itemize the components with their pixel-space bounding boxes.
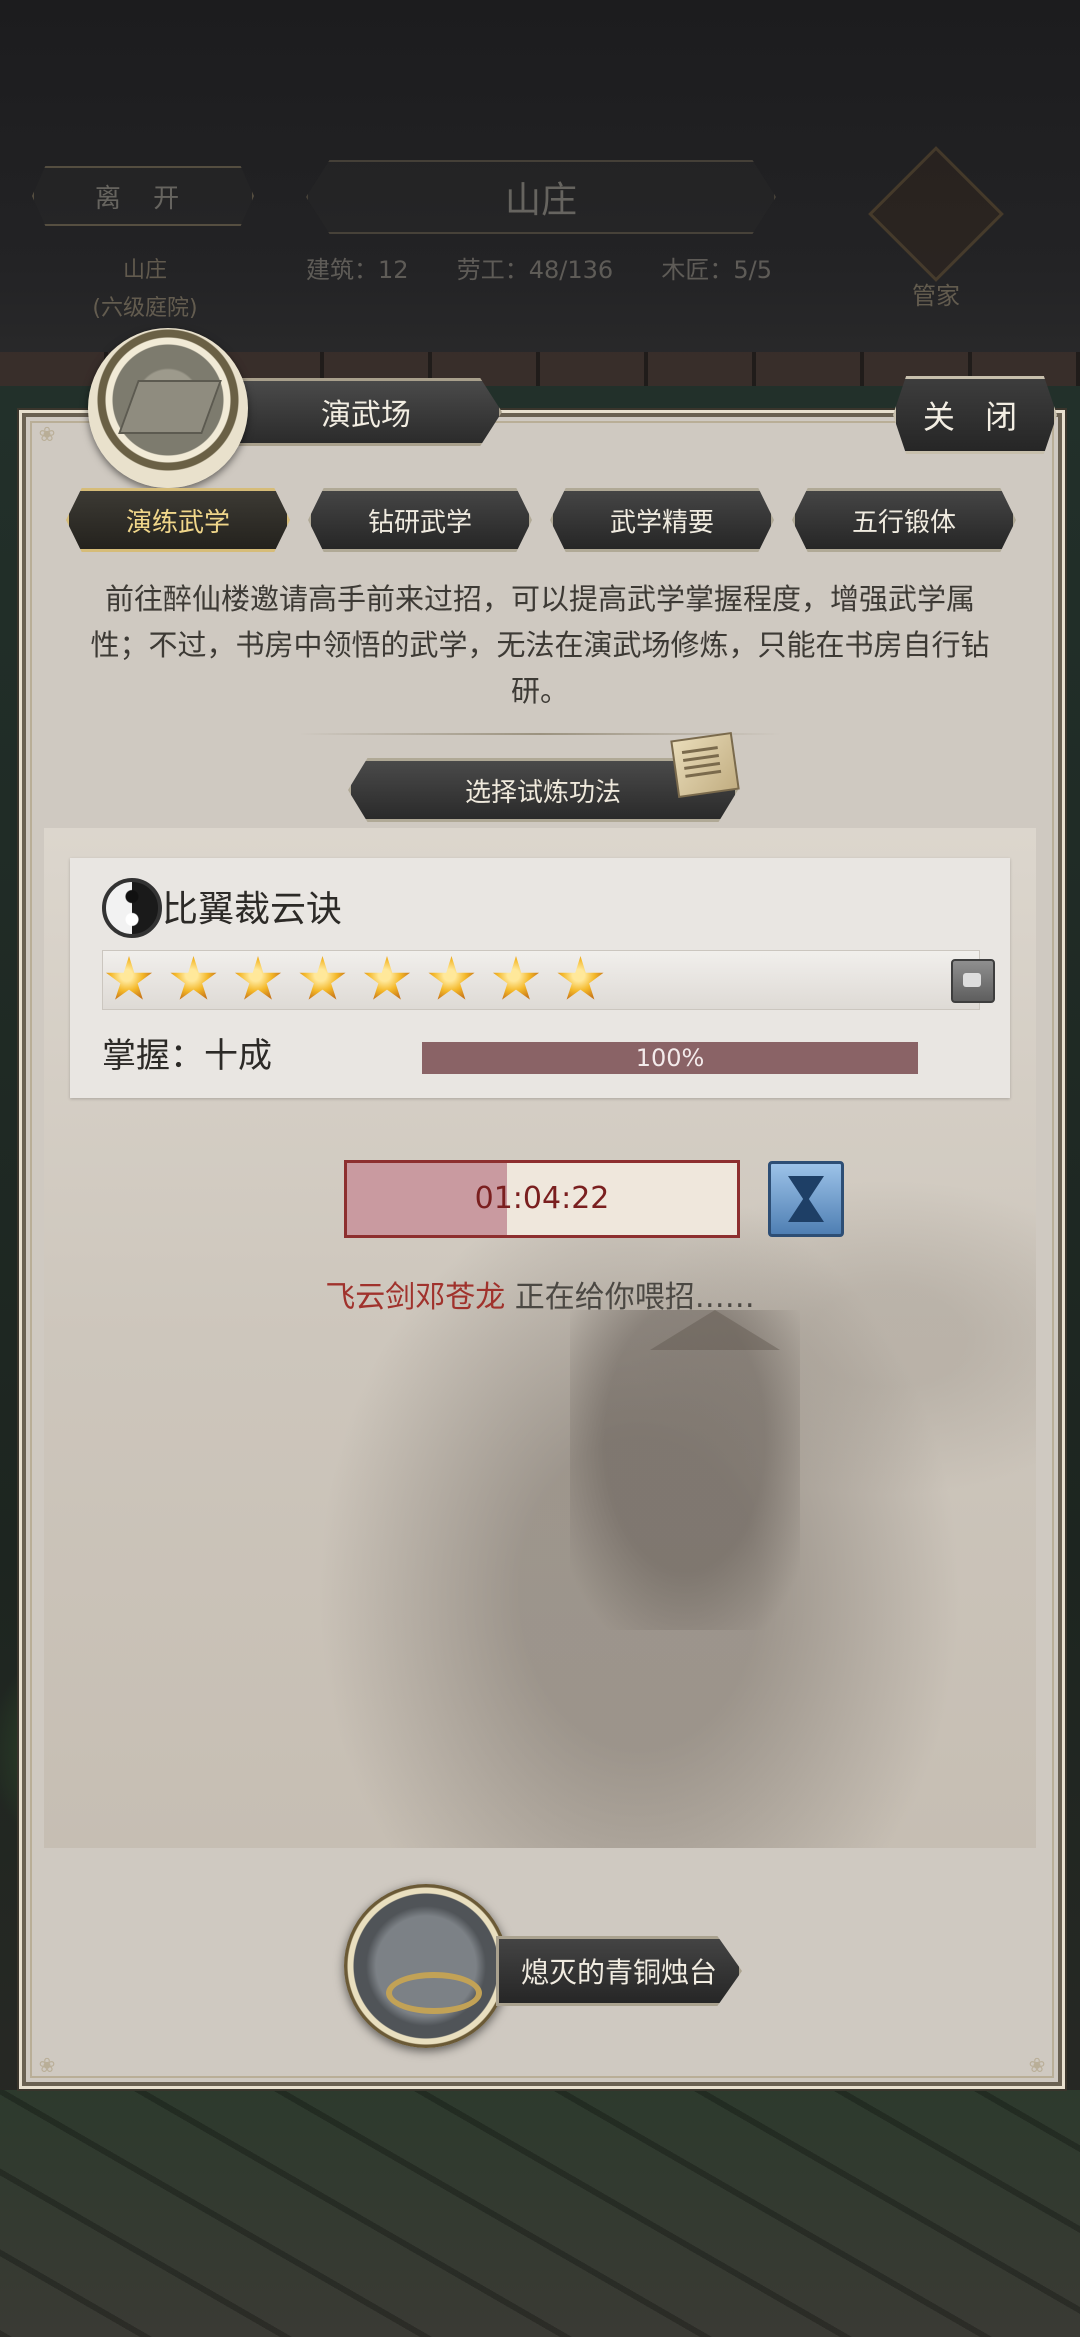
- star-icon: [299, 956, 346, 1000]
- sparring-message: 正在给你喂招……: [505, 1280, 755, 1315]
- corner-ornament-icon: ❀: [38, 2053, 56, 2077]
- panel-title: 演武场: [230, 378, 502, 446]
- training-ground-emblem-icon: [88, 328, 248, 488]
- taiji-icon: [102, 878, 162, 938]
- estate-stats: 建筑：12 劳工：48/136 木匠：5/5: [306, 250, 772, 285]
- estate-info: 山庄 (六级庭院): [40, 252, 250, 328]
- sparring-status: 飞云剑邓苍龙 正在给你喂招……: [0, 1272, 1080, 1316]
- abacus-icon: [868, 146, 1004, 282]
- star-icon: [557, 956, 604, 1000]
- skill-card: 比翼裁云诀 掌握：十成 100%: [70, 858, 1010, 1098]
- bronze-candlestick-icon[interactable]: [344, 1884, 508, 2048]
- mastery-label: 掌握：十成: [102, 1036, 272, 1076]
- skill-name: 比翼裁云诀: [162, 889, 343, 930]
- star-icon: [363, 956, 411, 1000]
- item-name-button[interactable]: 熄灭的青铜烛台: [496, 1936, 742, 2006]
- leave-button: 离 开: [32, 166, 254, 226]
- star-icon: [234, 956, 282, 1000]
- stat-carpenters: 木匠：5/5: [661, 256, 772, 284]
- steward-button: 管家: [868, 146, 1004, 311]
- corner-ornament-icon: ❀: [1028, 2053, 1046, 2077]
- mastery-progress-bar: 100%: [422, 1042, 918, 1074]
- star-icon: [105, 956, 153, 1000]
- tab-practice[interactable]: 演练武学: [66, 488, 290, 552]
- tab-essentials[interactable]: 武学精要: [550, 488, 774, 552]
- stat-buildings: 建筑：12: [306, 256, 409, 284]
- hourglass-icon[interactable]: [768, 1161, 844, 1237]
- mastery-progress-text: 100%: [635, 1044, 705, 1072]
- corner-ornament-icon: ❀: [38, 422, 56, 446]
- star-icon: [170, 956, 217, 1000]
- tab-five-elements[interactable]: 五行锻体: [792, 488, 1016, 552]
- courtyard-tiles: [0, 2090, 1080, 2337]
- sparring-partner-name: 飞云剑邓苍龙: [325, 1280, 506, 1315]
- close-button[interactable]: 关 闭: [893, 376, 1057, 454]
- timer-text: 01:04:22: [474, 1181, 610, 1216]
- estate-title: 山庄: [306, 160, 776, 234]
- lock-icon[interactable]: [951, 959, 995, 1003]
- estate-name: 山庄: [122, 258, 167, 283]
- stat-labor: 劳工：48/136: [456, 256, 614, 284]
- star-icon: [428, 956, 475, 1000]
- star-rating: [102, 950, 995, 1010]
- estate-level: (六级庭院): [92, 296, 198, 321]
- training-timer: 01:04:22: [344, 1160, 740, 1238]
- description-text: 前往醉仙楼邀请高手前来过招，可以提高武学掌握程度，增强武学属性；不过，书房中领悟…: [90, 582, 990, 708]
- star-icon: [492, 956, 540, 1000]
- swordsman-silhouette: [570, 1310, 800, 1630]
- tab-study[interactable]: 钻研武学: [308, 488, 532, 552]
- tab-bar: 演练武学 钻研武学 武学精要 五行锻体: [66, 488, 1016, 552]
- book-icon: [670, 731, 740, 799]
